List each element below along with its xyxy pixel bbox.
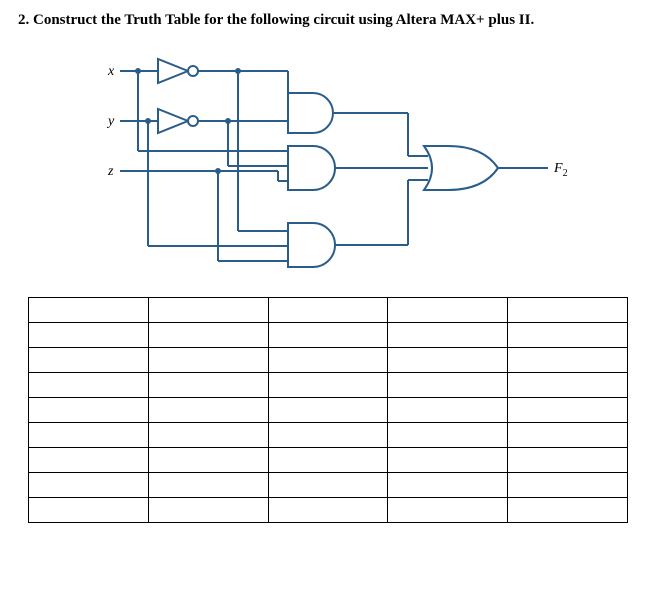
table-cell — [268, 348, 388, 373]
table-cell — [508, 423, 628, 448]
table-cell — [29, 473, 149, 498]
table-cell — [29, 498, 149, 523]
table-cell — [268, 323, 388, 348]
question-number: 2. — [18, 12, 29, 28]
table-row — [29, 298, 628, 323]
and-gate-1-icon — [288, 93, 333, 133]
table-cell — [388, 423, 508, 448]
table-cell — [29, 448, 149, 473]
table-cell — [148, 423, 268, 448]
table-cell — [29, 348, 149, 373]
table-cell — [268, 398, 388, 423]
table-cell — [148, 373, 268, 398]
truth-table — [28, 297, 628, 523]
table-cell — [508, 373, 628, 398]
table-cell — [29, 398, 149, 423]
table-cell — [148, 298, 268, 323]
table-row — [29, 373, 628, 398]
table-cell — [268, 473, 388, 498]
table-cell — [508, 298, 628, 323]
table-cell — [268, 298, 388, 323]
output-f2-label: F2 — [553, 161, 568, 179]
table-cell — [268, 373, 388, 398]
input-x-label: x — [107, 64, 115, 79]
table-cell — [508, 348, 628, 373]
table-row — [29, 473, 628, 498]
table-cell — [148, 348, 268, 373]
table-cell — [508, 498, 628, 523]
table-cell — [508, 398, 628, 423]
or-gate-icon — [424, 146, 498, 190]
table-cell — [388, 323, 508, 348]
input-y-label: y — [106, 114, 115, 129]
and-gate-2-icon — [288, 146, 335, 190]
table-cell — [508, 473, 628, 498]
table-cell — [268, 498, 388, 523]
table-cell — [508, 448, 628, 473]
table-cell — [29, 323, 149, 348]
table-cell — [508, 323, 628, 348]
table-cell — [29, 423, 149, 448]
table-cell — [388, 348, 508, 373]
table-cell — [29, 373, 149, 398]
table-row — [29, 323, 628, 348]
table-cell — [388, 448, 508, 473]
table-cell — [148, 498, 268, 523]
table-cell — [148, 448, 268, 473]
table-cell — [388, 298, 508, 323]
table-cell — [388, 398, 508, 423]
table-cell — [268, 423, 388, 448]
table-cell — [148, 473, 268, 498]
question-prompt: 2. Construct the Truth Table for the fol… — [18, 12, 653, 29]
table-cell — [148, 398, 268, 423]
not-gate-x-icon — [158, 59, 198, 83]
table-cell — [388, 373, 508, 398]
input-z-label: z — [107, 164, 114, 179]
table-cell — [148, 323, 268, 348]
table-row — [29, 448, 628, 473]
table-row — [29, 398, 628, 423]
table-cell — [388, 498, 508, 523]
question-text: Construct the Truth Table for the follow… — [33, 12, 534, 28]
and-gate-3-icon — [288, 223, 335, 267]
circuit-diagram: x y z — [88, 51, 653, 271]
table-row — [29, 423, 628, 448]
table-row — [29, 348, 628, 373]
table-row — [29, 498, 628, 523]
table-cell — [268, 448, 388, 473]
table-cell — [388, 473, 508, 498]
not-gate-y-icon — [158, 109, 198, 133]
table-cell — [29, 298, 149, 323]
